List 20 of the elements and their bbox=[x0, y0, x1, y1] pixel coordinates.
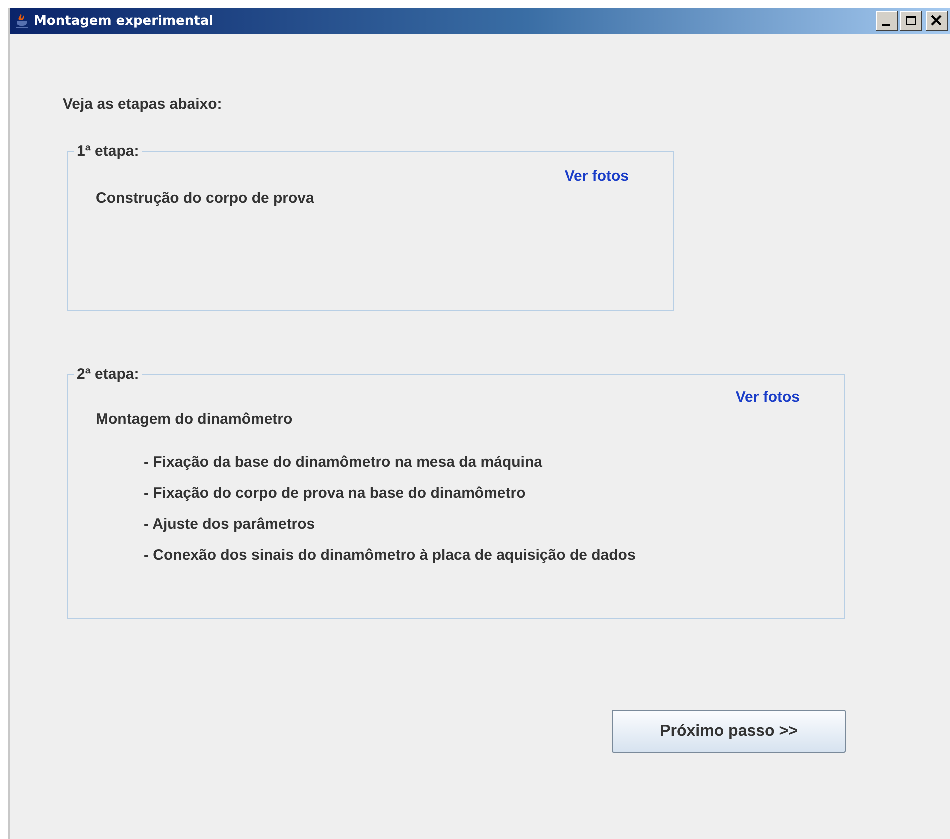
stage-title: Construção do corpo de prova bbox=[96, 190, 314, 207]
group-legend: 1ª etapa: bbox=[74, 143, 142, 160]
step-text: - Fixação do corpo de prova na base do dinamômetro bbox=[144, 485, 527, 502]
minimize-icon bbox=[882, 24, 890, 26]
group-legend: 2ª etapa: bbox=[74, 366, 142, 383]
minimize-button[interactable] bbox=[876, 11, 898, 31]
close-icon bbox=[929, 14, 945, 28]
window-title: Montagem experimental bbox=[34, 14, 214, 28]
maximize-icon bbox=[903, 14, 919, 28]
close-button[interactable] bbox=[926, 11, 948, 31]
stage-title: Montagem do dinamômetro bbox=[96, 411, 293, 428]
coffee-cup-icon bbox=[14, 13, 30, 29]
photos-link[interactable]: Ver fotos bbox=[564, 168, 629, 185]
maximize-button[interactable] bbox=[900, 11, 922, 31]
step-text: - Conexão dos sinais do dinamômetro à placa de aquisição de dados bbox=[144, 547, 637, 564]
photos-link[interactable]: Ver fotos bbox=[736, 389, 800, 406]
next-step-button[interactable]: Próximo passo >> bbox=[612, 710, 846, 753]
step-text: - Fixação da base do dinamômetro na mesa da máquina bbox=[144, 454, 544, 471]
step-text: - Ajuste dos parâmetros bbox=[144, 516, 316, 533]
instruction-text: Veja as etapas abaixo: bbox=[63, 96, 224, 113]
